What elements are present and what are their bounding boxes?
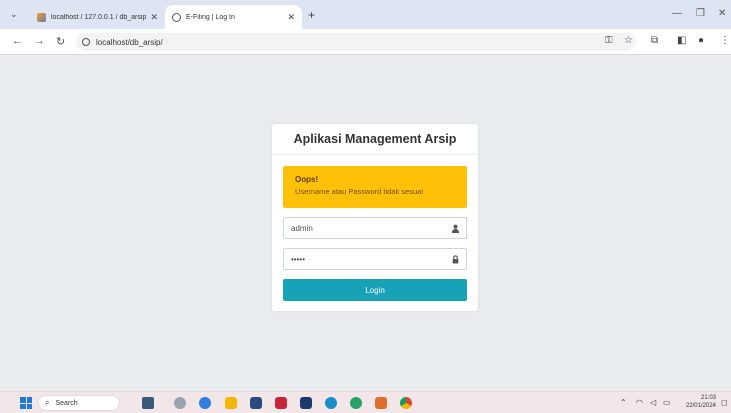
username-input[interactable] xyxy=(284,218,444,238)
tab-title: E-Filing | Log In xyxy=(186,13,235,21)
error-alert: Oops! Username atau Password tidak sesua… xyxy=(283,166,467,208)
taskbar: ⌕ Search ⌃ ◠ ◁ ▭ 21:03 22/01/2024 ◻ xyxy=(0,391,731,413)
chat-icon[interactable] xyxy=(199,397,211,409)
app-green-icon[interactable] xyxy=(350,397,362,409)
maximize-icon[interactable]: ❐ xyxy=(696,8,705,19)
sidepanel-icon[interactable]: ◧ xyxy=(677,35,686,46)
taskbar-search[interactable]: ⌕ Search xyxy=(38,395,120,411)
key-icon[interactable]: ⚿ xyxy=(605,35,613,46)
app-orange-icon[interactable] xyxy=(375,397,387,409)
search-icon: ⌕ xyxy=(45,398,50,407)
globe-icon xyxy=(172,12,181,22)
task-view-icon[interactable] xyxy=(174,397,186,409)
close-icon[interactable]: ✕ xyxy=(287,12,295,23)
menu-icon[interactable]: ⋮ xyxy=(720,35,730,46)
tab-efiling[interactable]: E-Filing | Log In ✕ xyxy=(165,5,302,29)
clock[interactable]: 21:03 22/01/2024 xyxy=(676,394,716,410)
minimize-icon[interactable]: — xyxy=(672,8,682,19)
windows-start-icon[interactable] xyxy=(20,397,32,409)
weather-icon[interactable] xyxy=(142,397,154,409)
address-bar: ← → ↻ localhost/db_arsip/ ⚿ ☆ ⧉ ◧ ● ⋮ xyxy=(0,29,731,55)
chevron-up-icon[interactable]: ⌃ xyxy=(620,398,627,407)
phpmyadmin-icon xyxy=(37,12,46,22)
login-button[interactable]: Login xyxy=(283,279,467,301)
app-l-icon[interactable] xyxy=(300,397,312,409)
notification-icon[interactable]: ◻ xyxy=(721,398,728,407)
tab-search-icon[interactable]: ⌄ xyxy=(10,9,18,20)
wifi-icon[interactable]: ◠ xyxy=(636,398,643,407)
lock-icon xyxy=(444,249,466,269)
browser-tabbar: ⌄ localhost / 127.0.0.1 / db_arsip | ✕ E… xyxy=(0,0,731,29)
user-icon xyxy=(444,218,466,238)
login-card: Aplikasi Management Arsip Oops! Username… xyxy=(272,124,478,311)
window-close-icon[interactable]: ✕ xyxy=(718,8,726,19)
star-icon[interactable]: ☆ xyxy=(624,35,633,46)
file-explorer-icon[interactable] xyxy=(225,397,237,409)
tab-phpmyadmin[interactable]: localhost / 127.0.0.1 / db_arsip | ✕ xyxy=(30,5,165,29)
tab-title: localhost / 127.0.0.1 / db_arsip | xyxy=(51,13,147,21)
volume-icon[interactable]: ◁ xyxy=(650,398,656,407)
reload-icon[interactable]: ↻ xyxy=(56,35,65,48)
back-icon[interactable]: ← xyxy=(12,35,23,47)
url-field[interactable]: localhost/db_arsip/ xyxy=(76,33,636,51)
new-tab-icon[interactable]: + xyxy=(308,8,315,22)
alert-title: Oops! xyxy=(295,175,319,184)
clock-time: 21:03 xyxy=(700,395,716,401)
store-icon[interactable] xyxy=(250,397,262,409)
close-icon[interactable]: ✕ xyxy=(150,12,158,23)
extensions-icon[interactable]: ⧉ xyxy=(651,35,658,46)
clock-date: 22/01/2024 xyxy=(685,403,716,409)
chrome-icon[interactable] xyxy=(400,397,412,409)
password-field-group xyxy=(283,248,467,270)
username-field-group xyxy=(283,217,467,239)
url-text: localhost/db_arsip/ xyxy=(96,37,163,47)
site-info-icon[interactable] xyxy=(82,38,90,46)
security-icon[interactable] xyxy=(275,397,287,409)
profile-icon[interactable]: ● xyxy=(698,35,704,46)
edge-icon[interactable] xyxy=(325,397,337,409)
alert-message: Username atau Password tidak sesuai xyxy=(295,187,423,196)
password-input[interactable] xyxy=(284,249,444,269)
battery-icon[interactable]: ▭ xyxy=(663,398,671,407)
search-label: Search xyxy=(55,399,78,407)
page-title: Aplikasi Management Arsip xyxy=(272,124,478,155)
forward-icon[interactable]: → xyxy=(34,35,45,47)
